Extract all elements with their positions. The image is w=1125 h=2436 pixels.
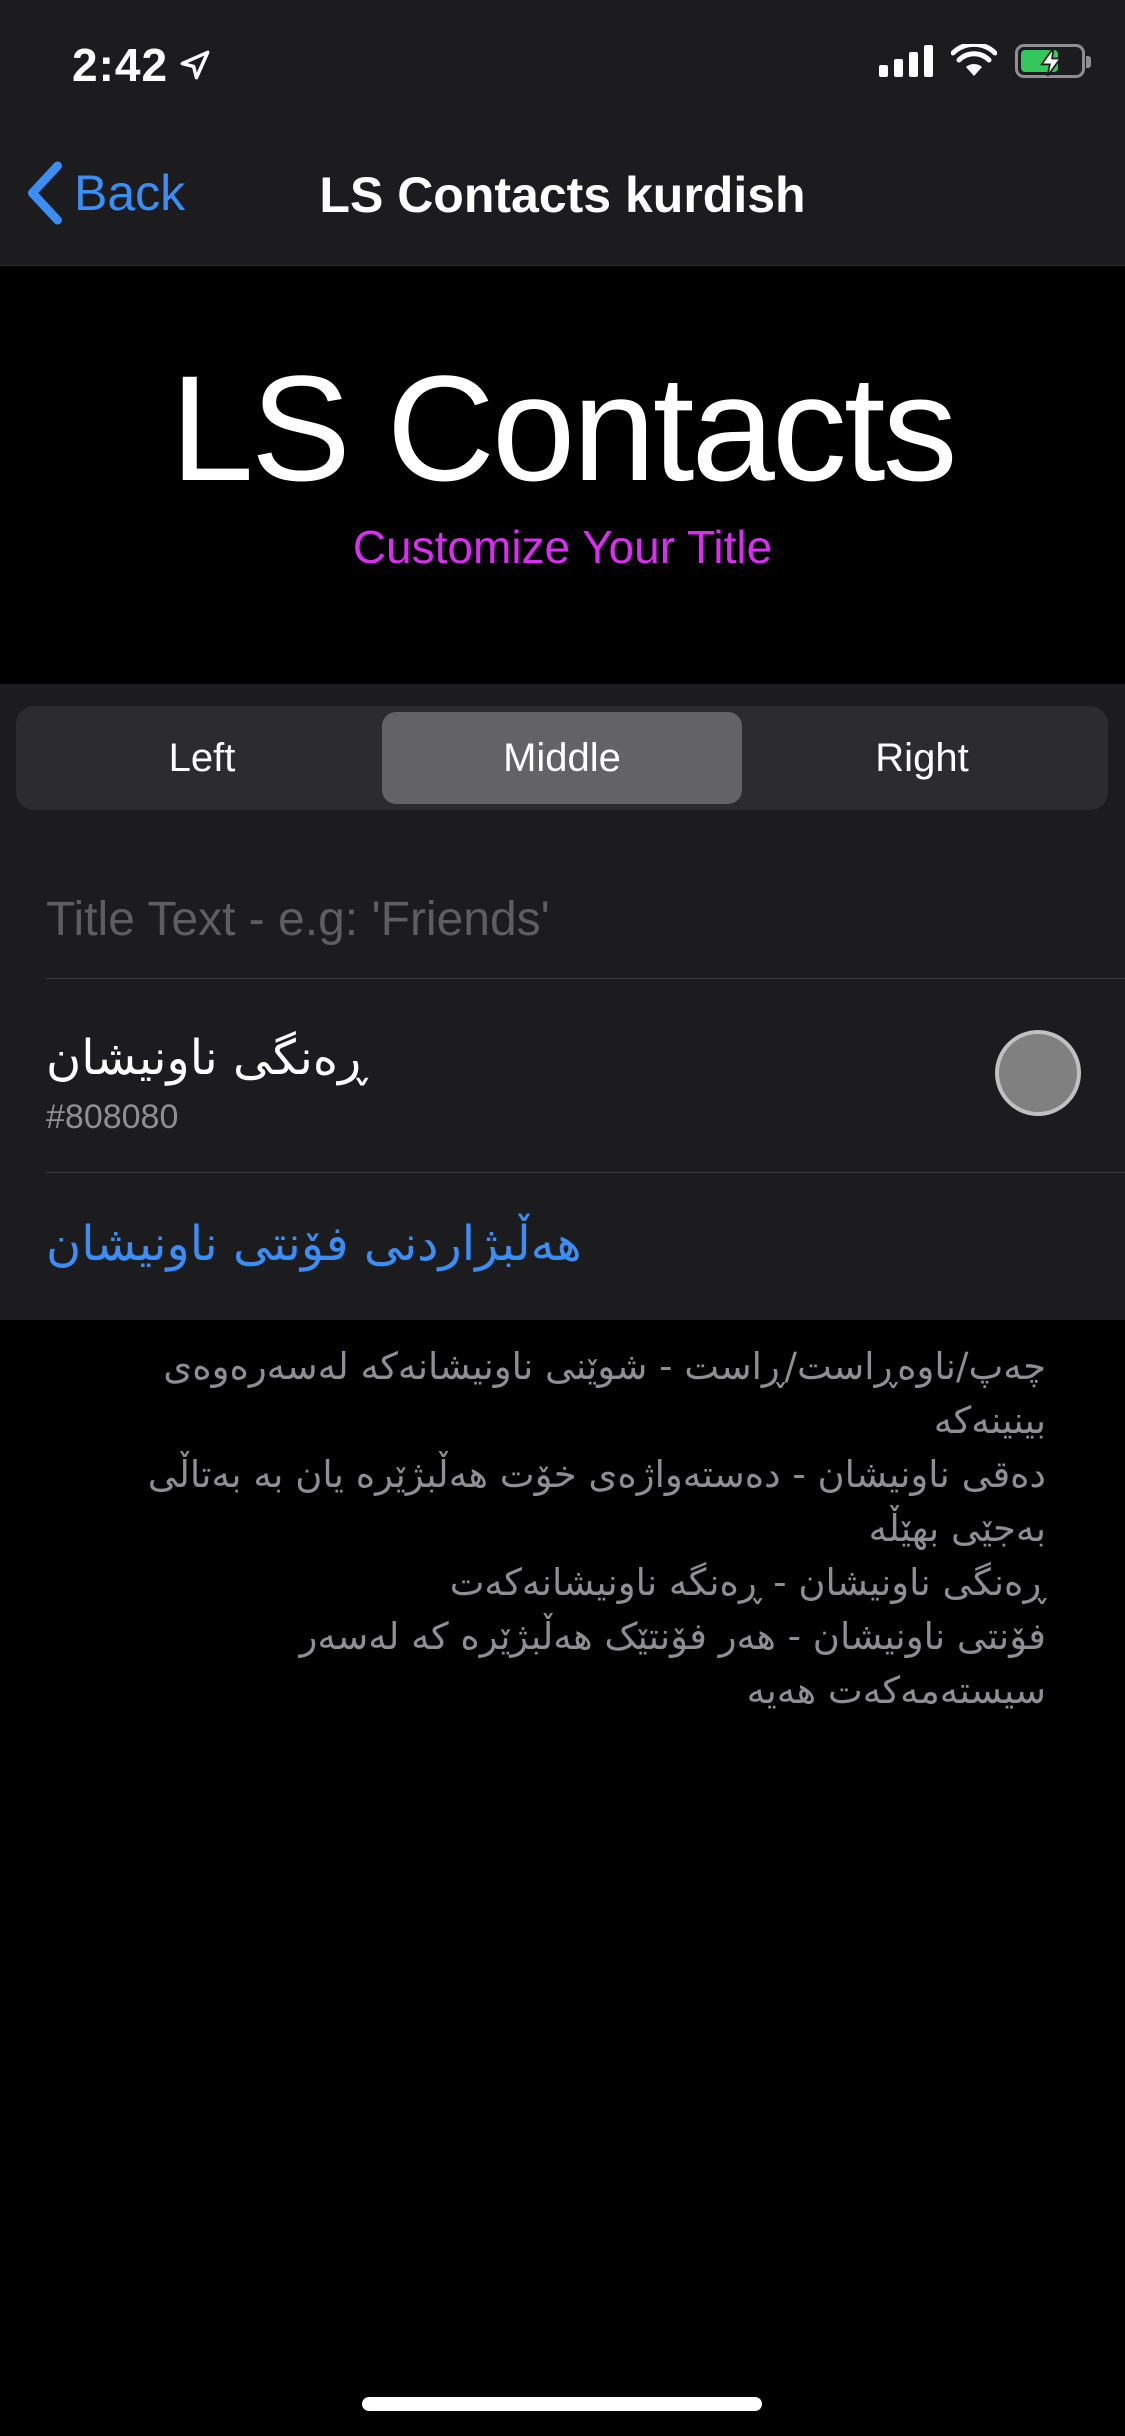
help-text-line: دەقی ناونیشان - دەستەواژەی خۆت هەڵبژێرە … (147, 1453, 1046, 1496)
help-text-line: فۆنتی ناونیشان - هەر فۆنتێک هەڵبژێرە کە … (299, 1615, 1046, 1658)
segment-middle[interactable]: Middle (382, 712, 742, 804)
nav-title: LS Contacts kurdish (319, 167, 806, 223)
title-preview: LS Contacts Customize Your Title (0, 266, 1125, 684)
title-color-row[interactable]: ڕەنگی ناونیشان #808080 (0, 978, 1125, 1172)
segment-left[interactable]: Left (22, 712, 382, 804)
status-icons (879, 44, 1091, 78)
top-bar: 2:42 Back LS Contacts kurdish (0, 0, 1125, 266)
title-color-label: ڕەنگی ناونیشان (46, 1030, 368, 1086)
battery-charging-icon (1015, 44, 1091, 78)
location-arrow-icon (180, 50, 210, 80)
wifi-icon (951, 44, 997, 76)
home-indicator[interactable] (362, 2397, 762, 2411)
preview-title: LS Contacts (170, 344, 957, 512)
settings-group: Left Middle Right ڕەنگی ناونیشان #808080… (0, 684, 1125, 1320)
help-text-line: ڕەنگی ناونیشان - ڕەنگە ناونیشانەکەت (449, 1561, 1046, 1604)
preview-subtitle: Customize Your Title (352, 521, 773, 573)
title-font-picker-button[interactable]: هەڵبژاردنی فۆنتی ناونیشان (46, 1216, 582, 1272)
help-text: چەپ/ناوەڕاست/ڕاست - شوێنی ناونیشانەکە لە… (46, 1340, 1046, 1718)
title-color-value: #808080 (46, 1098, 179, 1136)
alignment-segmented-control: Left Middle Right (16, 706, 1108, 810)
title-text-row (46, 864, 1086, 974)
screen: 2:42 Back LS Contacts kurdish LS Contact… (0, 0, 1125, 2436)
help-text-line: بەجێی بهێڵە (868, 1507, 1046, 1550)
help-text-line: چەپ/ناوەڕاست/ڕاست - شوێنی ناونیشانەکە لە… (163, 1345, 1046, 1442)
cellular-signal-icon (879, 45, 933, 77)
color-swatch[interactable] (995, 1030, 1081, 1116)
separator (46, 1172, 1125, 1173)
title-text-input[interactable] (46, 891, 1086, 947)
status-time: 2:42 (72, 38, 212, 92)
segment-right[interactable]: Right (742, 712, 1102, 804)
help-text-line: سیستەمەکەت هەیە (746, 1669, 1046, 1712)
status-time-text: 2:42 (72, 39, 169, 91)
